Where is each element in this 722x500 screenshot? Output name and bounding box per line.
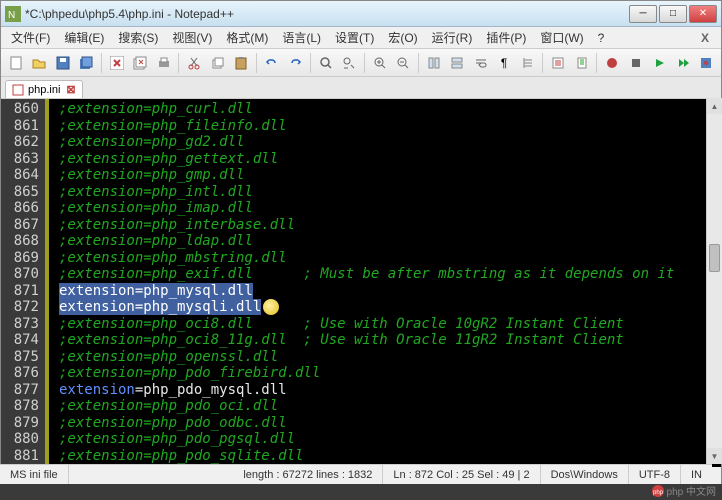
status-encoding: UTF-8 [629,465,681,484]
zoom-in-icon[interactable] [369,52,391,74]
app-icon: N [5,6,21,22]
sync-v-icon[interactable] [423,52,445,74]
close-file-icon[interactable] [106,52,128,74]
tabbar: php.ini ⊠ [1,77,721,99]
watermark-text: php 中文网 [667,483,716,498]
redo-icon[interactable] [284,52,306,74]
editor-area[interactable]: 8608618628638648658668678688698708718728… [1,99,721,467]
minimize-button[interactable]: ─ [629,5,657,23]
find-icon[interactable] [315,52,337,74]
window-title: *C:\phpedu\php5.4\php.ini - Notepad++ [25,7,629,21]
titlebar: N *C:\phpedu\php5.4\php.ini - Notepad++ … [1,1,721,27]
statusbar: MS ini file length : 67272 lines : 1832 … [0,464,712,484]
toolbar-separator [178,53,179,73]
scrollbar-thumb[interactable] [709,244,720,272]
svg-text:php: php [653,490,664,496]
save-macro-icon[interactable] [695,52,717,74]
menu-window[interactable]: 窗口(W) [534,27,589,48]
toolbar-separator [542,53,543,73]
status-filetype: MS ini file [0,465,69,484]
bottom-border [0,484,722,500]
new-file-icon[interactable] [5,52,27,74]
show-all-chars-icon[interactable]: ¶ [493,52,515,74]
menu-view[interactable]: 视图(V) [166,27,218,48]
wrap-icon[interactable] [470,52,492,74]
window-controls: ─ □ ✕ [629,5,717,23]
toolbar-separator [101,53,102,73]
replace-icon[interactable] [338,52,360,74]
watermark: php php 中文网 [651,483,716,498]
menu-settings[interactable]: 设置(T) [329,27,380,48]
menu-search[interactable]: 搜索(S) [112,27,164,48]
php-logo-icon: php [651,484,665,498]
copy-icon[interactable] [207,52,229,74]
record-macro-icon[interactable] [601,52,623,74]
open-file-icon[interactable] [29,52,51,74]
menubar: 文件(F) 编辑(E) 搜索(S) 视图(V) 格式(M) 语言(L) 设置(T… [1,27,721,49]
tab-label: php.ini [28,84,60,96]
toolbar-separator [256,53,257,73]
menu-plugins[interactable]: 插件(P) [480,27,532,48]
maximize-button[interactable]: □ [659,5,687,23]
close-button[interactable]: ✕ [689,5,717,23]
indent-guide-icon[interactable] [517,52,539,74]
doc-close-button[interactable]: X [693,31,717,45]
code-content[interactable]: ;extension=php_curl.dll;extension=php_fi… [59,99,721,467]
tab-close-icon[interactable]: ⊠ [66,83,75,96]
svg-text:N: N [8,10,15,21]
toolbar-separator [596,53,597,73]
play-multi-icon[interactable] [672,52,694,74]
tab-php-ini[interactable]: php.ini ⊠ [5,80,83,98]
doc-map-icon[interactable] [571,52,593,74]
paste-icon[interactable] [230,52,252,74]
zoom-out-icon[interactable] [392,52,414,74]
menu-macro[interactable]: 宏(O) [382,27,423,48]
stop-macro-icon[interactable] [625,52,647,74]
menu-format[interactable]: 格式(M) [220,27,274,48]
file-icon [12,84,24,96]
fold-margin [45,99,59,467]
status-ins: IN [681,465,712,484]
scroll-up-icon[interactable]: ▲ [707,98,722,114]
menu-file[interactable]: 文件(F) [5,27,56,48]
menu-run[interactable]: 运行(R) [426,27,479,48]
menu-help[interactable]: ? [592,29,611,47]
status-length: length : 67272 lines : 1832 [233,465,383,484]
toolbar-separator [310,53,311,73]
save-all-icon[interactable] [76,52,98,74]
toolbar: ¶ [1,49,721,77]
menu-language[interactable]: 语言(L) [276,27,327,48]
sync-h-icon[interactable] [446,52,468,74]
status-eol: Dos\Windows [541,465,629,484]
scroll-down-icon[interactable]: ▼ [707,448,722,464]
print-icon[interactable] [153,52,175,74]
toolbar-separator [418,53,419,73]
vertical-scrollbar[interactable]: ▲ ▼ [706,98,722,464]
toolbar-separator [364,53,365,73]
menu-edit[interactable]: 编辑(E) [58,27,110,48]
close-all-icon[interactable] [129,52,151,74]
cut-icon[interactable] [183,52,205,74]
status-position: Ln : 872 Col : 25 Sel : 49 | 2 [383,465,540,484]
function-list-icon[interactable] [547,52,569,74]
save-icon[interactable] [52,52,74,74]
line-number-gutter: 8608618628638648658668678688698708718728… [1,99,45,467]
play-macro-icon[interactable] [648,52,670,74]
undo-icon[interactable] [261,52,283,74]
